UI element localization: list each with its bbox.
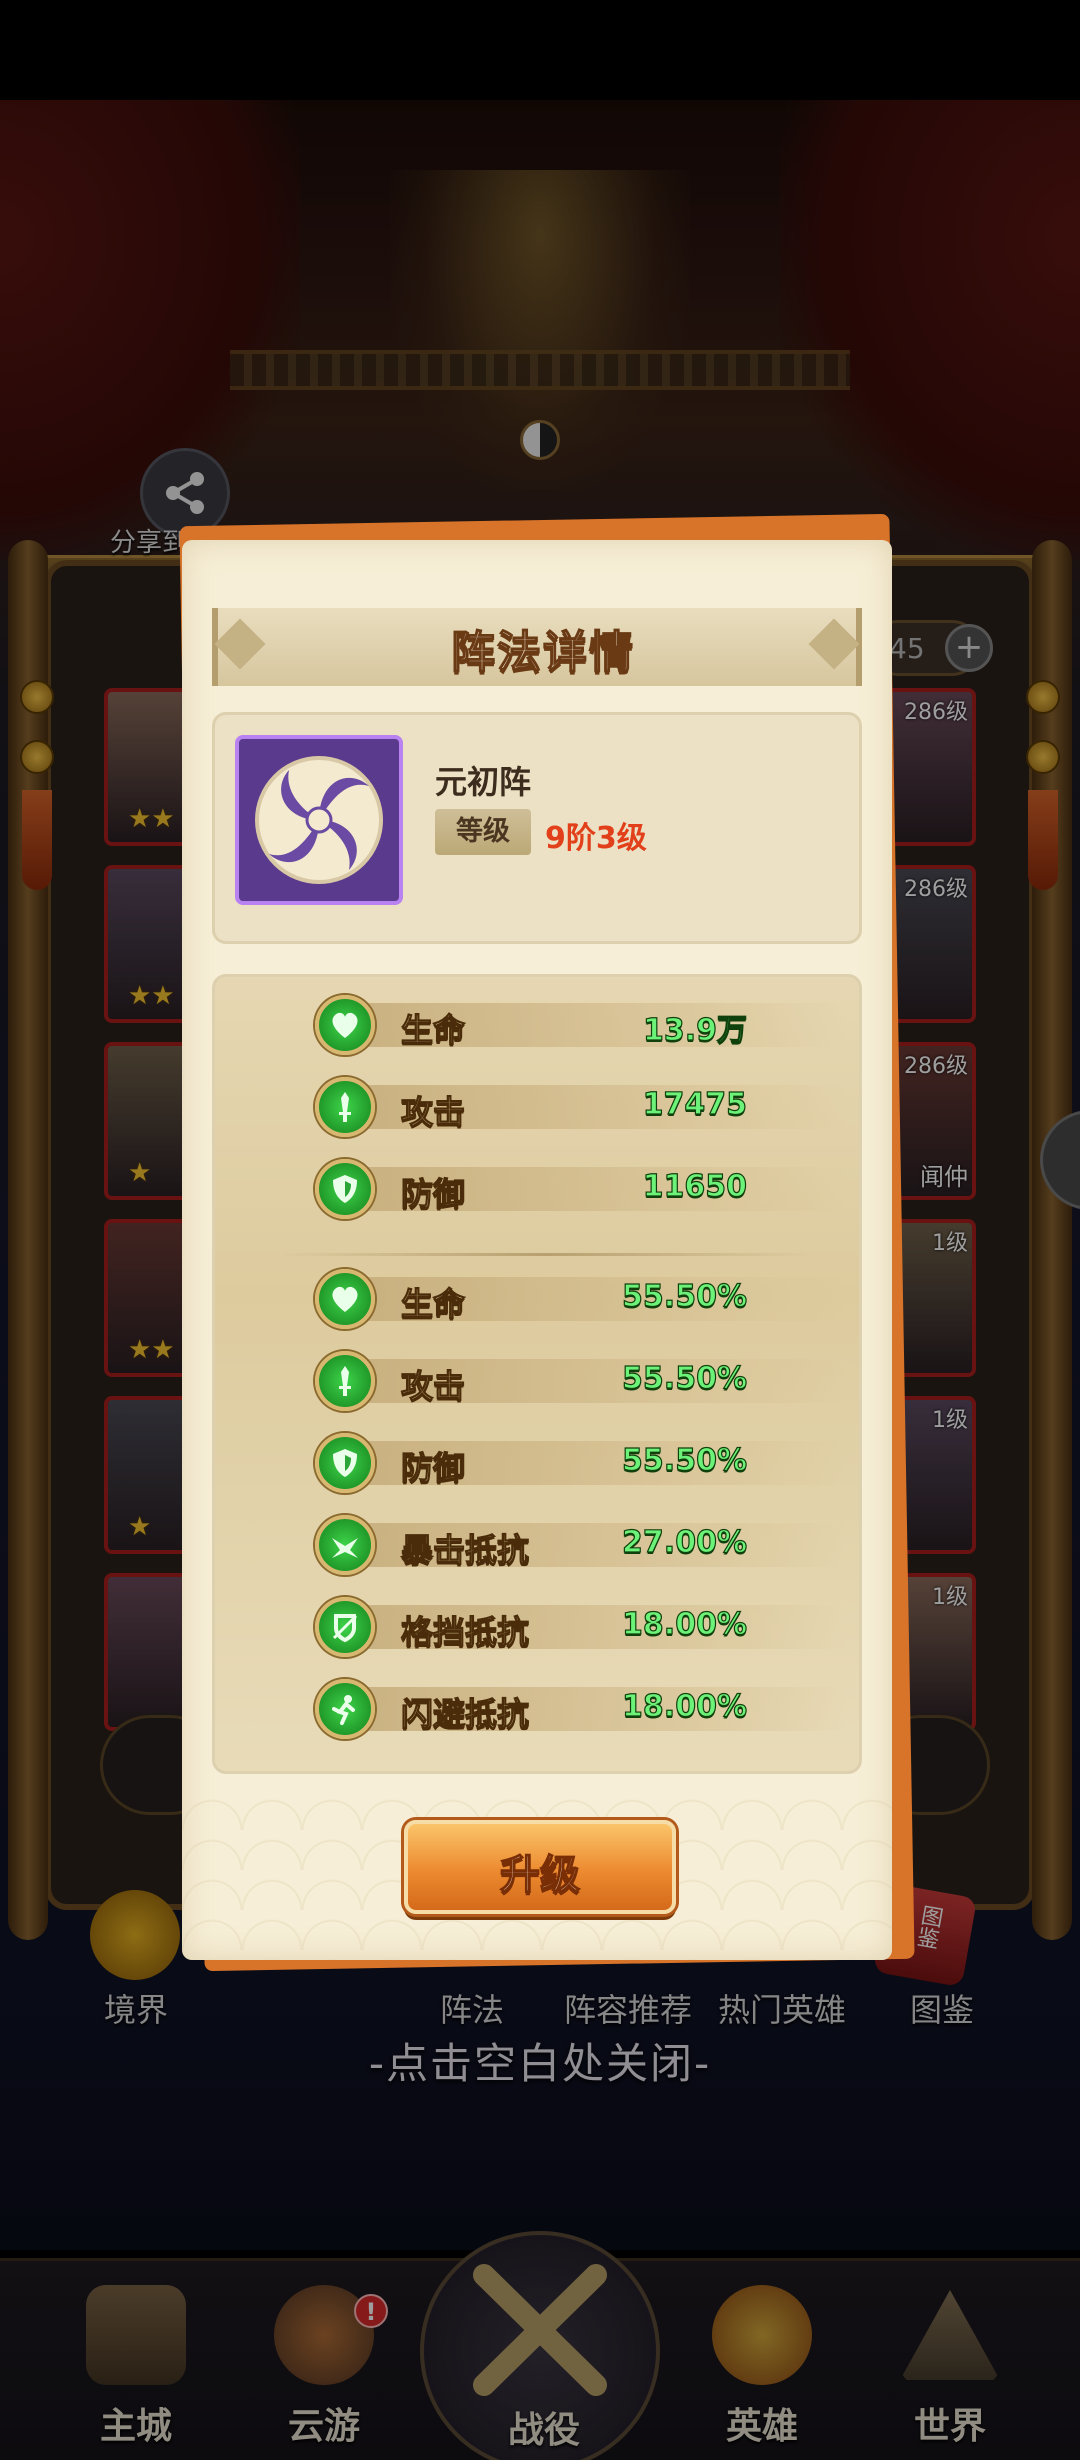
stat-row: 攻击 17475 xyxy=(315,1077,855,1137)
dodge-resist-icon xyxy=(315,1679,375,1739)
stat-value: 11650 xyxy=(642,1168,748,1204)
stat-row: 防御 55.50% xyxy=(315,1433,855,1493)
title-banner: 阵法详情 xyxy=(212,608,862,686)
formation-icon[interactable] xyxy=(235,735,403,905)
stat-value: 17475 xyxy=(642,1086,748,1122)
stat-name: 防御 xyxy=(400,1448,466,1487)
upgrade-button[interactable]: 升级 xyxy=(404,1820,676,1914)
formation-stats: 生命 13.9万攻击 17475 防御 11650 生命 55.50% 攻击 55.50% 防御 5… xyxy=(212,974,862,1774)
dialog-title: 阵法详情 xyxy=(450,626,635,679)
stat-value: 18.00% xyxy=(621,1688,747,1724)
stat-value: 13.9万 xyxy=(642,1012,747,1048)
level-label: 等级 xyxy=(435,809,531,855)
stat-row: 闪避抵抗 18.00% xyxy=(315,1679,855,1739)
stat-value: 18.00% xyxy=(621,1606,747,1642)
swirl-icon xyxy=(255,756,383,884)
stat-name: 攻击 xyxy=(400,1092,466,1131)
stat-name: 防御 xyxy=(400,1174,466,1213)
sword-icon xyxy=(315,1077,375,1137)
stat-row: 防御 11650 xyxy=(315,1159,855,1219)
stat-value: 55.50% xyxy=(621,1360,747,1396)
formation-info: 元初阵 等级 9阶3级 xyxy=(212,712,862,944)
heart-icon xyxy=(315,1269,375,1329)
block-resist-icon xyxy=(315,1597,375,1657)
stat-row: 暴击抵抗 27.00% xyxy=(315,1515,855,1575)
stat-name: 攻击 xyxy=(400,1366,466,1405)
upgrade-label: 升级 xyxy=(499,1851,581,1899)
stat-row: 生命 13.9万 xyxy=(315,995,855,1055)
formation-detail-dialog: 阵法详情 元初阵 等级 9阶3级 生命 13.9万 攻击 17475 防御 11… xyxy=(179,513,915,1972)
status-bar xyxy=(0,0,1080,100)
stat-name: 格挡抵抗 xyxy=(400,1612,530,1651)
stat-name: 生命 xyxy=(400,1284,466,1323)
heart-icon xyxy=(315,995,375,1055)
stat-row: 攻击 55.50% xyxy=(315,1351,855,1411)
stat-value: 27.00% xyxy=(621,1524,747,1560)
stat-name: 暴击抵抗 xyxy=(400,1530,530,1569)
shield-icon xyxy=(315,1159,375,1219)
stat-row: 生命 55.50% xyxy=(315,1269,855,1329)
stat-row: 格挡抵抗 18.00% xyxy=(315,1597,855,1657)
level-value: 9阶3级 xyxy=(545,821,647,856)
stat-name: 生命 xyxy=(400,1010,466,1049)
crit-resist-icon xyxy=(315,1515,375,1575)
dialog-body: 阵法详情 元初阵 等级 9阶3级 生命 13.9万 攻击 17475 防御 11… xyxy=(182,540,892,1960)
shield-icon xyxy=(315,1433,375,1493)
stat-name: 闪避抵抗 xyxy=(400,1694,530,1733)
stat-value: 55.50% xyxy=(621,1278,747,1314)
stats-divider xyxy=(275,1253,815,1256)
stat-value: 55.50% xyxy=(621,1442,747,1478)
sword-icon xyxy=(315,1351,375,1411)
formation-name: 元初阵 xyxy=(435,763,532,801)
